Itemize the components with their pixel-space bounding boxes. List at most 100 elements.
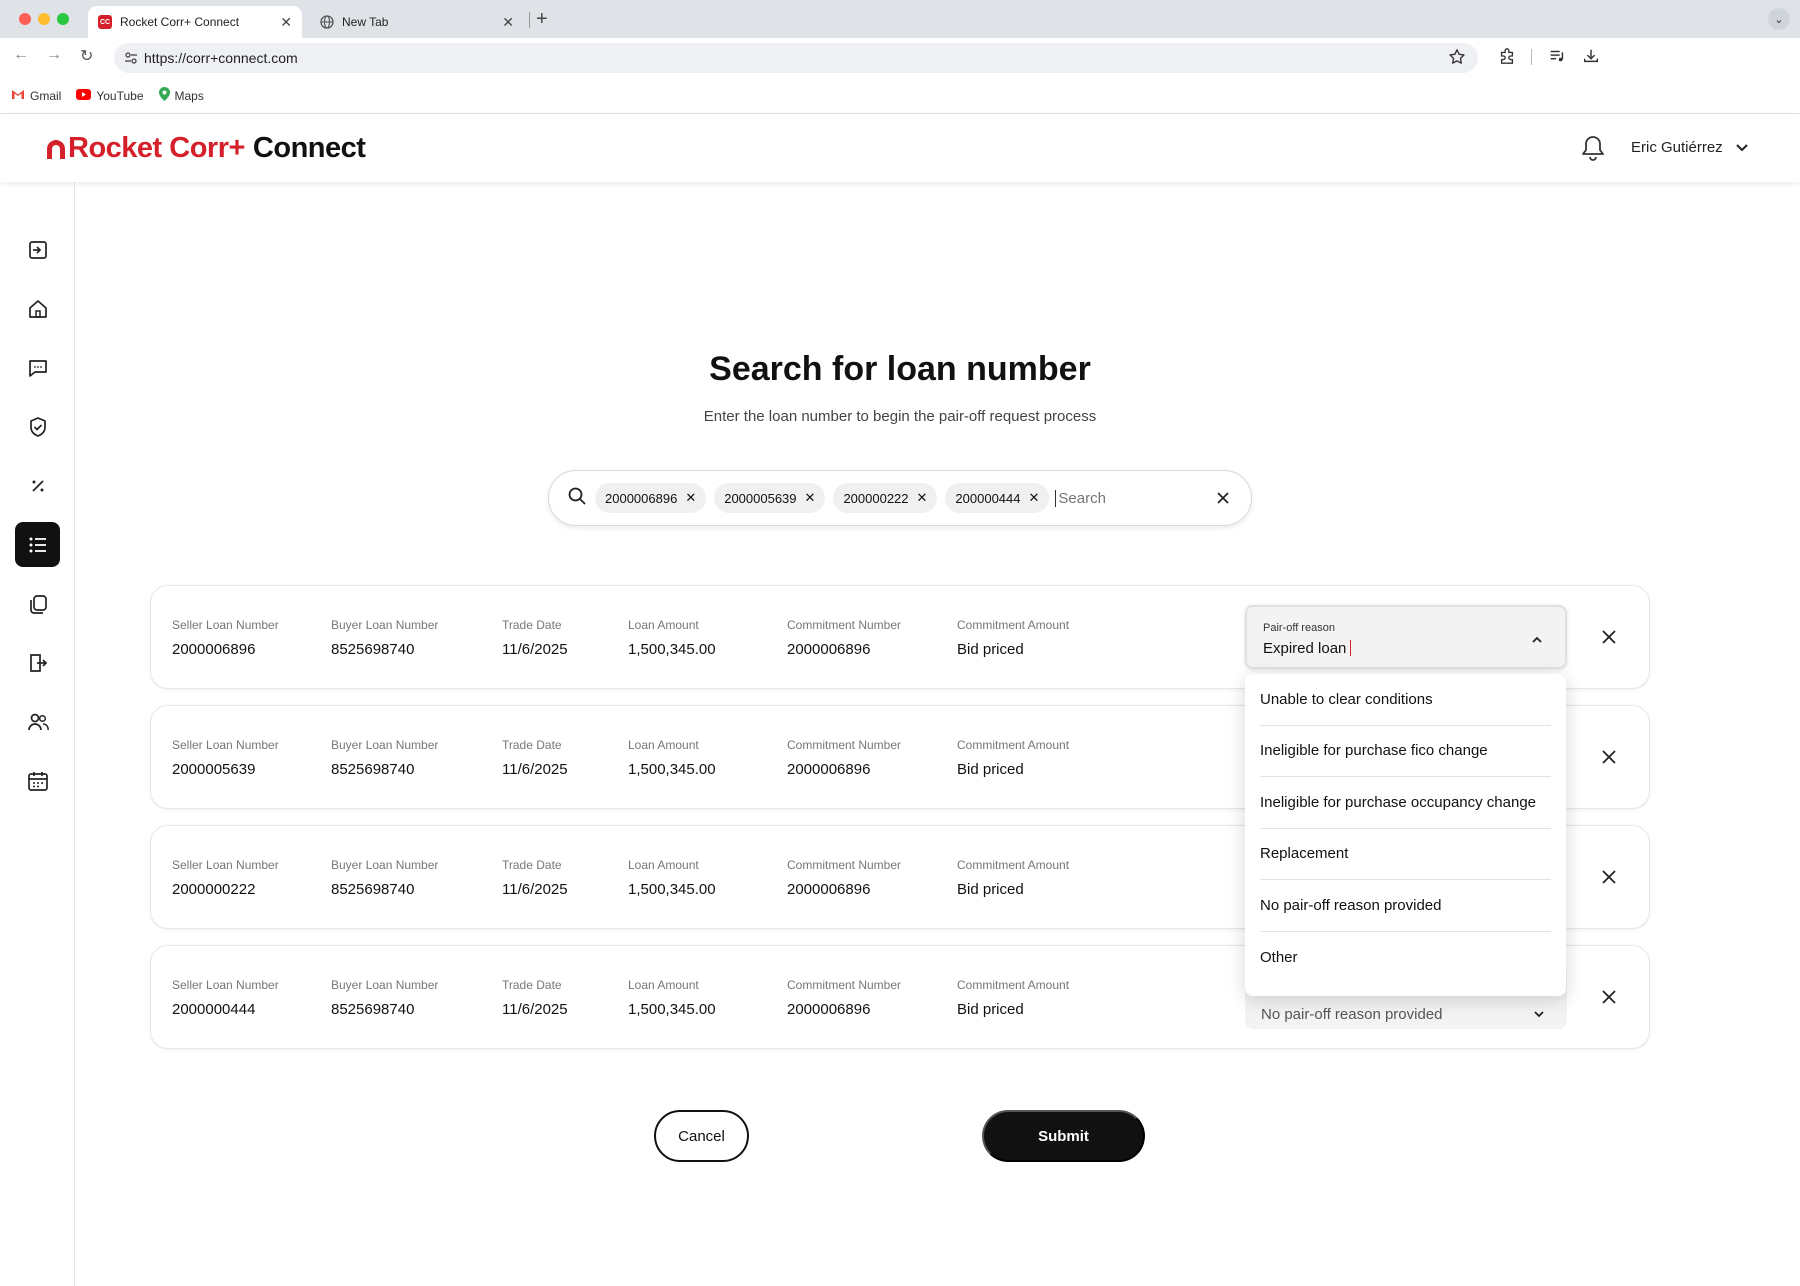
sidebar-item-pair-off[interactable] (15, 522, 60, 567)
field-label: Buyer Loan Number (331, 618, 439, 632)
sidebar-item-exit[interactable] (15, 640, 60, 685)
bookmark-star-icon[interactable] (1448, 48, 1466, 71)
reload-icon[interactable]: ↻ (80, 46, 93, 66)
submit-button[interactable]: Submit (982, 1110, 1145, 1162)
calendar-icon (27, 771, 48, 791)
clear-search-icon[interactable] (1213, 488, 1233, 513)
field-label: Commitment Amount (957, 978, 1070, 992)
field-label: Buyer Loan Number (331, 858, 439, 872)
tab-title: New Tab (342, 15, 389, 29)
loan-amount-field: Loan Amount 1,500,345.00 (628, 858, 716, 898)
chevron-up-icon[interactable] (1531, 633, 1543, 651)
search-input[interactable] (1055, 489, 1206, 507)
bookmark-youtube[interactable]: YouTube (76, 88, 144, 103)
commitment-amount-field: Commitment Amount Bid priced (957, 978, 1069, 1018)
sidebar-item-sign-in[interactable] (15, 227, 60, 272)
pair-off-reason-select[interactable]: Pair-off reason Expired loan (1245, 605, 1567, 669)
remove-chip-icon[interactable]: ✕ (685, 490, 696, 506)
media-queue-icon[interactable] (1548, 47, 1566, 70)
field-value: 8525698740 (331, 1001, 415, 1018)
field-label: Seller Loan Number (172, 978, 279, 992)
sidebar-item-home[interactable] (15, 286, 60, 331)
loan-chip[interactable]: 2000005639 ✕ (714, 483, 826, 513)
back-arrow-icon[interactable]: ← (13, 46, 29, 64)
remove-loan-icon[interactable] (1600, 628, 1618, 651)
sidebar-item-documents[interactable] (15, 581, 60, 626)
field-label: Commitment Amount (957, 738, 1070, 752)
field-value: 8525698740 (331, 761, 415, 778)
bookmark-gmail[interactable]: Gmail (11, 89, 61, 103)
dropdown-option[interactable]: No pair-off reason provided (1260, 880, 1551, 932)
buyer-loan-field: Buyer Loan Number 8525698740 (331, 858, 438, 898)
rocket-corr-connect-logo[interactable]: Rocket Corr+ Connect (44, 132, 366, 165)
trade-date-field: Trade Date 11/6/2025 (502, 978, 568, 1018)
page-title: Search for loan number (709, 350, 1091, 388)
field-value: Bid priced (957, 881, 1024, 898)
field-label: Seller Loan Number (172, 858, 279, 872)
dropdown-option[interactable]: Unable to clear conditions (1260, 674, 1551, 726)
loan-chip[interactable]: 200000444 ✕ (945, 483, 1050, 513)
remove-loan-icon[interactable] (1600, 748, 1618, 771)
address-bar[interactable]: https://corr+connect.com (114, 43, 1478, 73)
tab-separator (529, 12, 530, 28)
chevron-down-icon[interactable] (1734, 140, 1750, 161)
seller-loan-field: Seller Loan Number 2000000444 (172, 978, 279, 1018)
site-settings-icon[interactable] (124, 51, 138, 65)
close-tab-icon[interactable]: ✕ (280, 14, 292, 31)
loan-chip[interactable]: 2000006896 ✕ (595, 483, 707, 513)
bell-icon[interactable] (1580, 134, 1606, 167)
field-label: Trade Date (502, 978, 562, 992)
youtube-icon (76, 88, 92, 103)
sidebar (0, 182, 75, 1286)
loan-search-box[interactable]: 2000006896 ✕ 2000005639 ✕ 200000222 ✕ 20… (548, 470, 1252, 526)
commitment-amount-field: Commitment Amount Bid priced (957, 858, 1069, 898)
sidebar-item-rates[interactable] (15, 463, 60, 508)
sidebar-item-calendar[interactable] (15, 758, 60, 803)
extensions-puzzle-icon[interactable] (1498, 47, 1516, 70)
remove-loan-icon[interactable] (1600, 988, 1618, 1011)
documents-icon (29, 594, 47, 614)
new-tab-icon[interactable]: + (536, 8, 548, 31)
pair-off-reason-text: Expired loan (1263, 640, 1347, 657)
browser-tab-active[interactable]: CC Rocket Corr+ Connect ✕ (88, 6, 302, 38)
bookmark-maps[interactable]: Maps (158, 87, 204, 104)
logo-primary-text: Rocket Corr+ (68, 132, 245, 164)
download-icon[interactable] (1582, 47, 1600, 70)
remove-loan-icon[interactable] (1600, 868, 1618, 891)
user-name[interactable]: Eric Gutiérrez (1631, 139, 1723, 156)
field-value: 2000005639 (172, 761, 256, 778)
minimize-window-button[interactable] (38, 13, 50, 25)
pair-off-reason-value[interactable]: Expired loan (1263, 640, 1352, 657)
bookmark-label: YouTube (96, 88, 144, 103)
dropdown-option[interactable]: Ineligible for purchase occupancy change (1260, 777, 1551, 829)
tab-search-chevron-icon[interactable]: ⌄ (1768, 8, 1790, 30)
forward-arrow-icon[interactable]: → (46, 46, 62, 64)
chevron-down-icon[interactable] (1533, 1007, 1545, 1025)
chip-label: 2000006896 (605, 490, 678, 506)
cancel-button[interactable]: Cancel (654, 1110, 749, 1162)
globe-icon (320, 15, 334, 29)
field-value: 11/6/2025 (502, 881, 568, 898)
maximize-window-button[interactable] (57, 13, 69, 25)
close-tab-icon[interactable]: ✕ (502, 14, 514, 31)
sidebar-item-users[interactable] (15, 699, 60, 744)
buyer-loan-field: Buyer Loan Number 8525698740 (331, 738, 438, 778)
loan-chip[interactable]: 200000222 ✕ (833, 483, 938, 513)
buyer-loan-field: Buyer Loan Number 8525698740 (331, 618, 438, 658)
browser-tab-new[interactable]: New Tab ✕ (310, 6, 524, 38)
remove-chip-icon[interactable]: ✕ (917, 490, 928, 506)
dropdown-option[interactable]: Other (1260, 932, 1551, 984)
seller-loan-field: Seller Loan Number 2000000222 (172, 858, 279, 898)
bookmark-label: Gmail (30, 88, 62, 103)
field-value: 2000006896 (787, 641, 871, 658)
remove-chip-icon[interactable]: ✕ (1029, 490, 1040, 506)
chip-label: 200000444 (955, 490, 1021, 506)
seller-loan-field: Seller Loan Number 2000005639 (172, 738, 279, 778)
field-value: 1,500,345.00 (628, 1001, 716, 1018)
browser-tab-bar: CC Rocket Corr+ Connect ✕ New Tab ✕ + ⌄ (0, 0, 1800, 38)
remove-chip-icon[interactable]: ✕ (805, 490, 816, 506)
pair-off-reason-value: No pair-off reason provided (1261, 1006, 1443, 1023)
dropdown-option[interactable]: Ineligible for purchase fico change (1260, 726, 1551, 777)
dropdown-option[interactable]: Replacement (1260, 829, 1551, 880)
close-window-button[interactable] (19, 13, 31, 25)
